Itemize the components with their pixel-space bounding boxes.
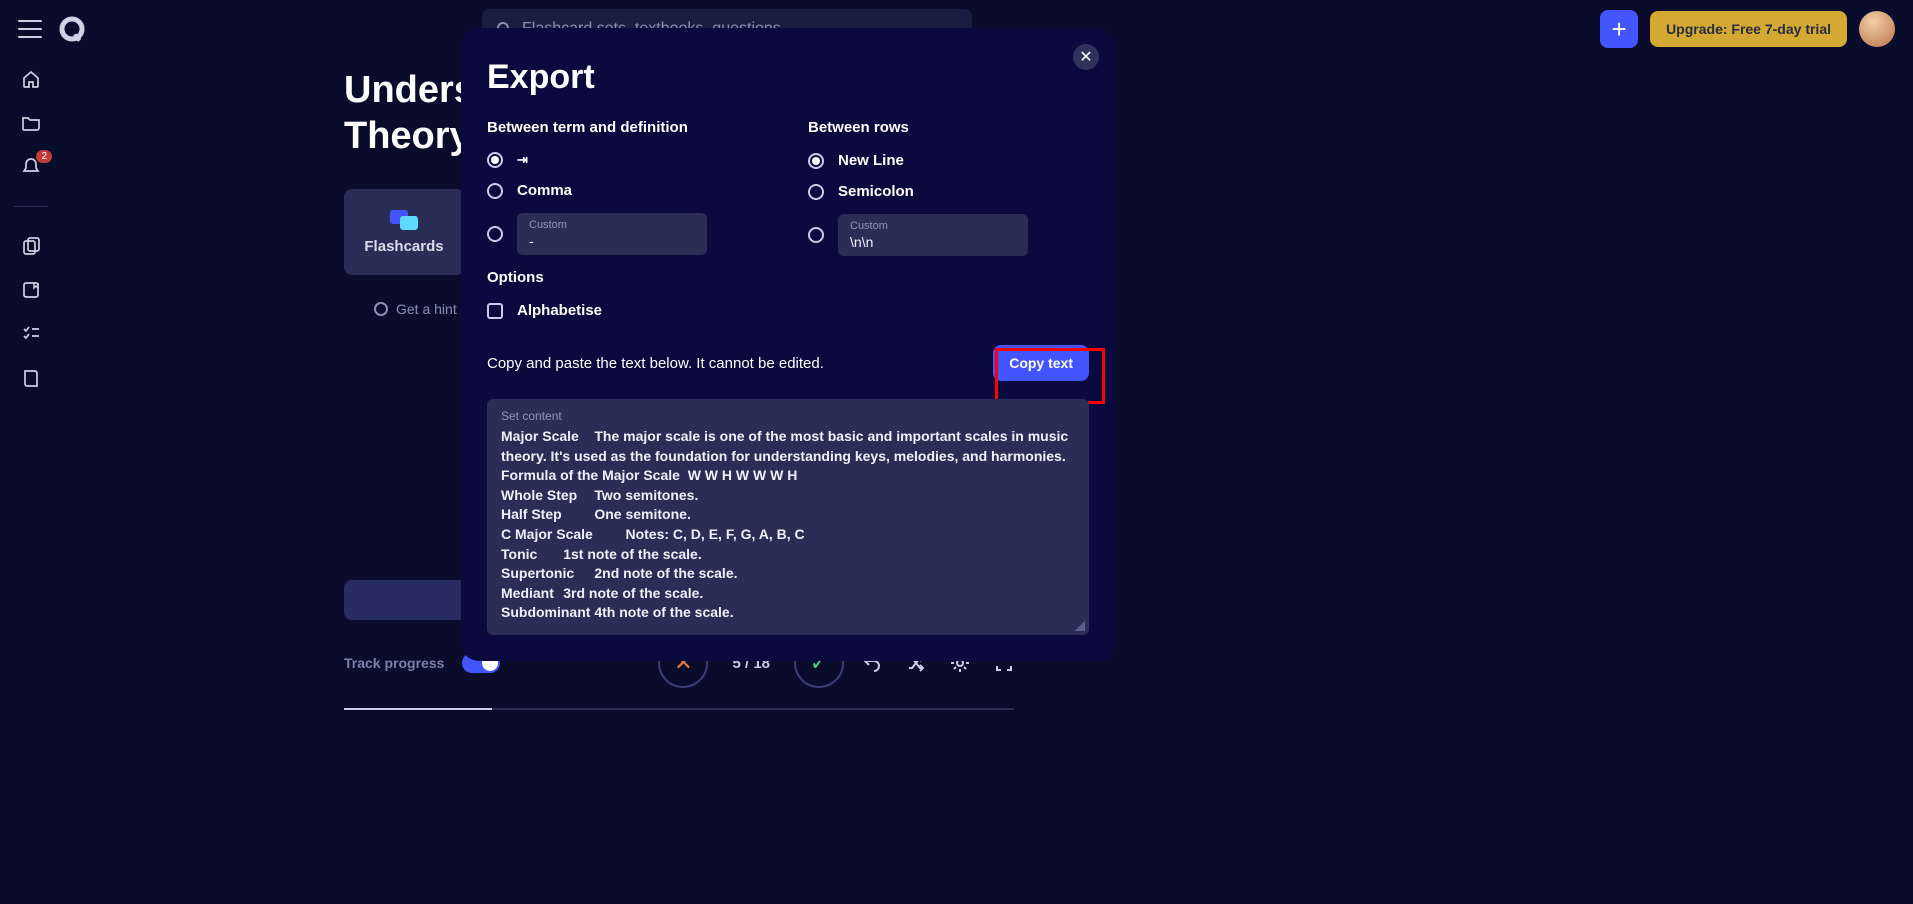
hint-text: Get a hint — [396, 301, 457, 317]
rail-separator — [14, 206, 48, 207]
modal-title: Export — [487, 58, 1089, 97]
radio-icon — [487, 183, 503, 199]
radio-custom-row[interactable] — [808, 227, 824, 243]
close-button[interactable]: ✕ — [1073, 44, 1099, 70]
export-modal: ✕ Export Between term and definition ⇥ C… — [461, 28, 1115, 661]
logo-icon[interactable] — [56, 13, 88, 45]
radio-semicolon-label: Semicolon — [838, 183, 914, 200]
radio-icon — [808, 184, 824, 200]
menu-button[interactable] — [18, 20, 42, 38]
bell-icon[interactable]: 2 — [20, 156, 42, 178]
avatar[interactable] — [1859, 11, 1895, 47]
radio-custom-term[interactable] — [487, 226, 503, 242]
bulb-icon — [374, 302, 388, 316]
progress-line — [344, 708, 1014, 710]
radio-comma-label: Comma — [517, 182, 572, 199]
section-between-rows: Between rows — [808, 119, 1089, 136]
radio-comma[interactable]: Comma — [487, 182, 768, 199]
tab-flashcards[interactable]: Flashcards — [344, 189, 464, 275]
cards-icon[interactable] — [20, 235, 42, 257]
tab-flashcards-label: Flashcards — [364, 238, 443, 255]
home-icon[interactable] — [20, 68, 42, 90]
create-button[interactable]: + — [1600, 10, 1638, 48]
resize-handle-icon[interactable] — [1075, 621, 1085, 631]
upgrade-button[interactable]: Upgrade: Free 7-day trial — [1650, 11, 1847, 47]
checkbox-icon — [487, 303, 503, 319]
radio-tab-label: ⇥ — [517, 152, 528, 168]
radio-newline[interactable]: New Line — [808, 152, 1089, 169]
copy-text-button[interactable]: Copy text — [993, 345, 1089, 381]
set-content-text: Major Scale The major scale is one of th… — [501, 427, 1075, 623]
radio-tab[interactable]: ⇥ — [487, 152, 768, 168]
radio-newline-label: New Line — [838, 152, 904, 169]
notification-badge: 2 — [36, 150, 52, 163]
checklist-icon[interactable] — [20, 323, 42, 345]
radio-icon — [487, 152, 503, 168]
radio-semicolon[interactable]: Semicolon — [808, 183, 1089, 200]
copy-description: Copy and paste the text below. It cannot… — [487, 355, 824, 372]
set-content-label: Set content — [501, 409, 1075, 423]
set-content-box[interactable]: Set content Major Scale The major scale … — [487, 399, 1089, 635]
track-label: Track progress — [344, 655, 444, 671]
checkbox-alphabetise[interactable]: Alphabetise — [487, 302, 768, 319]
custom-row-input[interactable]: Custom \n\n — [838, 214, 1028, 256]
radio-icon — [808, 153, 824, 169]
notes-icon[interactable] — [20, 279, 42, 301]
flashcards-icon — [390, 210, 418, 230]
alphabetise-label: Alphabetise — [517, 302, 602, 319]
book-icon[interactable] — [20, 367, 42, 389]
custom-term-input[interactable]: Custom - — [517, 213, 707, 255]
section-options: Options — [487, 269, 768, 286]
folder-icon[interactable] — [20, 112, 42, 134]
section-between-term: Between term and definition — [487, 119, 768, 136]
